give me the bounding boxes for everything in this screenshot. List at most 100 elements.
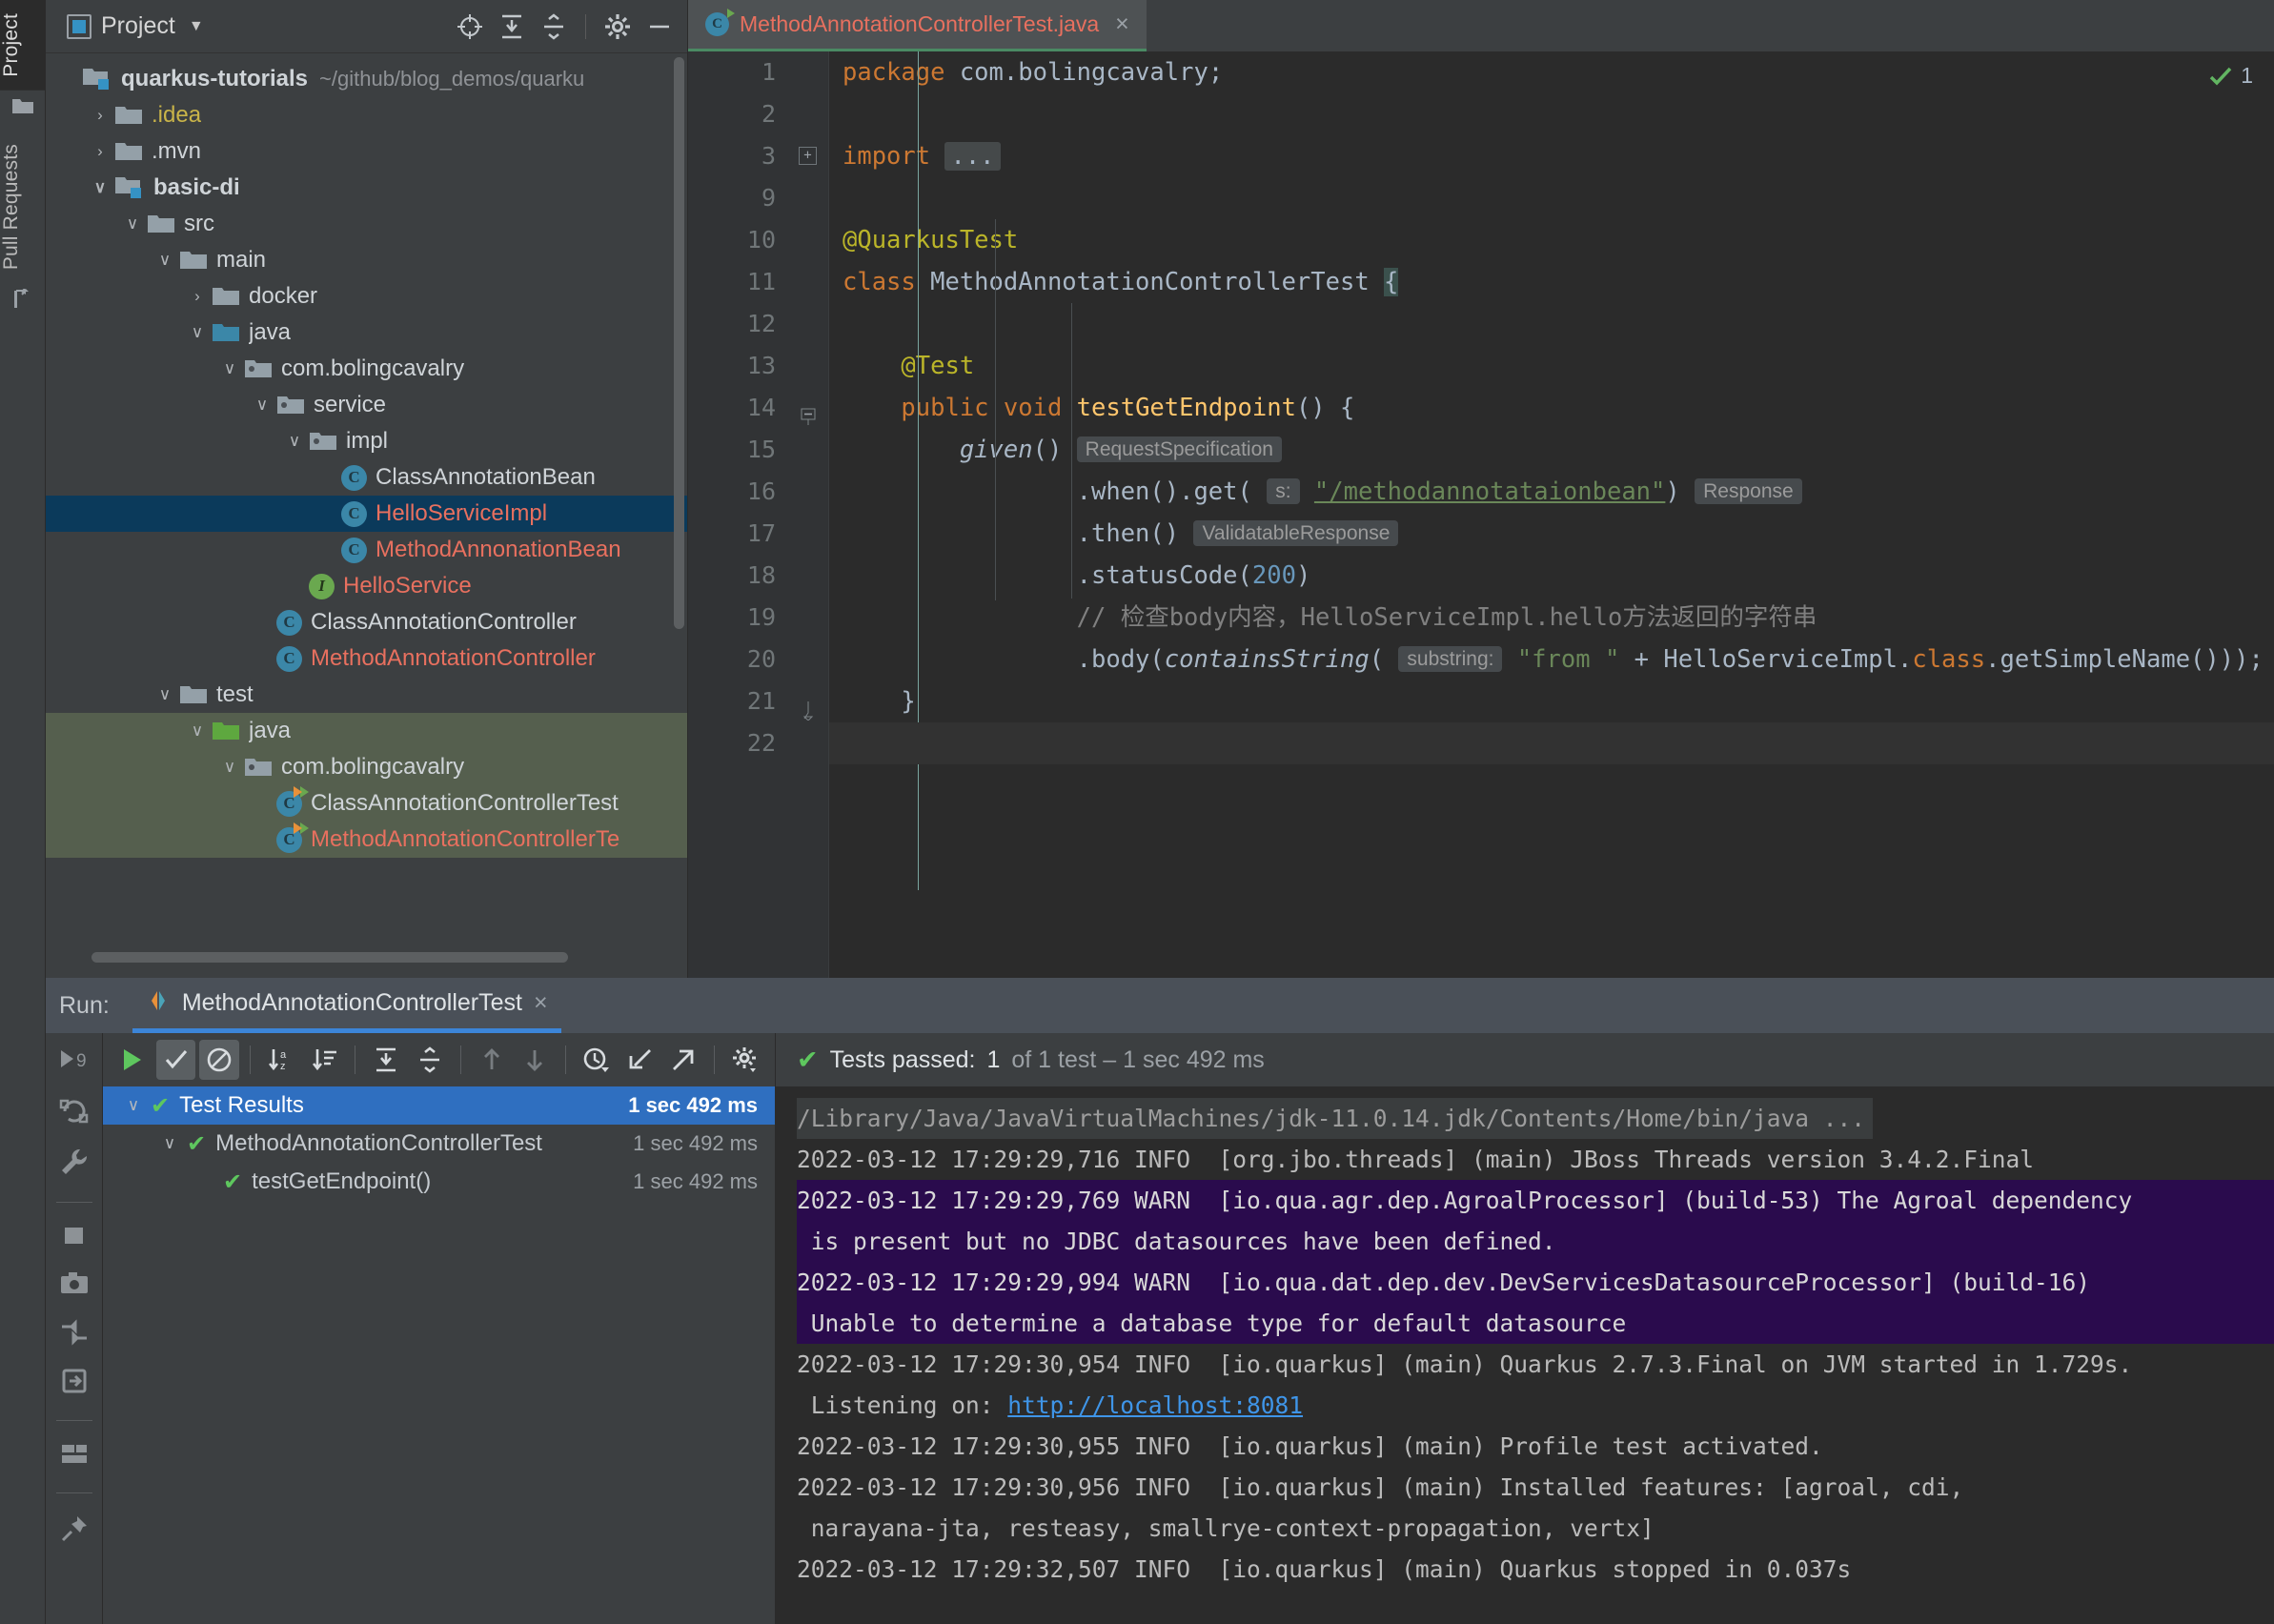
fold-expand-icon[interactable]: +: [799, 147, 817, 165]
tree-twisty[interactable]: ∨: [118, 214, 147, 233]
tree-vertical-scrollbar[interactable]: [674, 57, 684, 629]
tree-item--idea[interactable]: › .idea: [46, 97, 687, 133]
fold-marker[interactable]: [793, 219, 828, 261]
tree-item-test[interactable]: ∨ test: [46, 677, 687, 713]
previous-failed-icon[interactable]: [472, 1040, 512, 1080]
code-line[interactable]: @QuarkusTest: [843, 219, 2274, 261]
chevron-down-icon[interactable]: ▼: [189, 18, 204, 35]
code-line[interactable]: [843, 177, 2274, 219]
code-line[interactable]: class MethodAnnotationControllerTest {: [843, 261, 2274, 303]
test-results-tree[interactable]: ∨ ✔ Test Results 1 sec 492 ms ∨ ✔ MethodAnnota…: [103, 1086, 775, 1201]
tree-item-classannotationcontroller[interactable]: C ClassAnnotationController: [46, 604, 687, 640]
code-line[interactable]: // 检查body内容，HelloServiceImpl.hello方法返回的字…: [843, 597, 2274, 639]
test-history-icon[interactable]: [577, 1040, 617, 1080]
rail-tab-project[interactable]: Project: [0, 0, 46, 91]
export-tests-icon[interactable]: [664, 1040, 704, 1080]
fold-marker[interactable]: [793, 51, 828, 93]
test-result-row[interactable]: ∨ ✔ MethodAnnotationControllerTest 1 sec 49…: [103, 1125, 775, 1163]
tree-twisty[interactable]: ∨: [151, 685, 179, 704]
fold-marker[interactable]: [793, 345, 828, 387]
tree-twisty[interactable]: ›: [86, 142, 114, 161]
test-result-row[interactable]: ✔ testGetEndpoint() 1 sec 492 ms: [103, 1163, 775, 1201]
tree-item-service[interactable]: ∨ service: [46, 387, 687, 423]
tree-horizontal-scrollbar[interactable]: [91, 952, 568, 963]
fold-marker[interactable]: [793, 555, 828, 597]
rerun-9-icon[interactable]: 9: [58, 1046, 91, 1080]
rail-tab-pull-requests[interactable]: Pull Requests: [0, 131, 46, 283]
tree-item-com-bolingcavalry[interactable]: ∨ com.bolingcavalry: [46, 351, 687, 387]
pin-icon[interactable]: [60, 1514, 89, 1548]
editor-gutter[interactable]: 1 2 3 9 10 11 12 13 14 15 16 17 18 19 20 21 22: [688, 51, 822, 978]
tree-twisty[interactable]: ›: [86, 106, 114, 125]
login-icon[interactable]: [60, 1368, 89, 1399]
tree-twisty[interactable]: ∨: [86, 178, 114, 197]
tree-item-methodannotationcontrollerte[interactable]: C MethodAnnotationControllerTe: [46, 822, 687, 858]
fold-marker[interactable]: [793, 261, 828, 303]
fold-collapse-icon[interactable]: [801, 398, 816, 425]
code-line[interactable]: }: [843, 680, 2274, 722]
code-line[interactable]: .when().get( s: "/methodannotataionbean"…: [843, 471, 2274, 513]
minimize-icon[interactable]: [643, 10, 676, 43]
close-icon[interactable]: ×: [534, 989, 548, 1017]
tree-twisty[interactable]: ∨: [183, 721, 212, 741]
tree-item-main[interactable]: ∨ main: [46, 242, 687, 278]
expand-all-icon[interactable]: [496, 10, 528, 43]
crosshair-icon[interactable]: [454, 10, 486, 43]
tree-twisty[interactable]: ∨: [183, 323, 212, 342]
import-tests-icon[interactable]: [620, 1040, 660, 1080]
stop-icon[interactable]: [61, 1224, 88, 1253]
fold-marker[interactable]: [793, 471, 828, 513]
layout-icon[interactable]: [60, 1442, 89, 1472]
tree-item-com-bolingcavalry[interactable]: ∨ com.bolingcavalry: [46, 749, 687, 785]
expand-all-icon[interactable]: [366, 1040, 406, 1080]
gear-icon[interactable]: [601, 10, 634, 43]
result-twisty[interactable]: ∨: [152, 1134, 187, 1153]
code-line[interactable]: public void testGetEndpoint() {: [843, 387, 2274, 429]
fold-marker[interactable]: [793, 680, 828, 722]
tree-twisty[interactable]: ∨: [151, 251, 179, 270]
fold-marker[interactable]: [793, 387, 828, 429]
rerun-failed-icon[interactable]: [59, 1097, 90, 1130]
console-line-with-link[interactable]: Listening on: http://localhost:8081: [797, 1385, 2274, 1426]
sort-alphabetically-icon[interactable]: az: [261, 1040, 301, 1080]
tree-item-java[interactable]: ∨ java: [46, 315, 687, 351]
gear-icon[interactable]: [725, 1040, 765, 1080]
run-configuration-tab[interactable]: MethodAnnotationControllerTest ×: [132, 978, 561, 1033]
project-tree[interactable]: quarkus-tutorials ~/github/blog_demos/qua…: [46, 53, 687, 978]
fold-marker[interactable]: [793, 429, 828, 471]
fold-marker[interactable]: [793, 513, 828, 555]
code-line[interactable]: package com.bolingcavalry;: [843, 51, 2274, 93]
tree-item--mvn[interactable]: › .mvn: [46, 133, 687, 170]
tree-item-classannotationbean[interactable]: C ClassAnnotationBean: [46, 459, 687, 496]
code-line[interactable]: .statusCode(200): [843, 555, 2274, 597]
tree-item-methodannotationcontroller[interactable]: C MethodAnnotationController: [46, 640, 687, 677]
inspection-status[interactable]: 1: [2208, 63, 2253, 89]
close-icon[interactable]: ×: [1115, 10, 1129, 38]
fold-marker[interactable]: [793, 639, 828, 680]
code-editor[interactable]: 1 2 3 9 10 11 12 13 14 15 16 17 18 19 20 21 22 + package…: [688, 51, 2274, 978]
fold-marker[interactable]: [793, 597, 828, 639]
console-output[interactable]: /Library/Java/JavaVirtualMachines/jdk-11…: [776, 1086, 2274, 1624]
code-line[interactable]: [843, 93, 2274, 135]
console-link[interactable]: http://localhost:8081: [1007, 1391, 1303, 1419]
rerun-tests-icon[interactable]: [112, 1040, 152, 1080]
fold-marker[interactable]: [793, 93, 828, 135]
test-result-row[interactable]: ∨ ✔ Test Results 1 sec 492 ms: [103, 1086, 775, 1125]
code-line[interactable]: import ...: [843, 135, 2274, 177]
tree-item-basic-di[interactable]: ∨ basic-di: [46, 170, 687, 206]
sort-by-duration-icon[interactable]: [305, 1040, 345, 1080]
tree-twisty[interactable]: ∨: [280, 432, 309, 451]
tree-item-java[interactable]: ∨ java: [46, 713, 687, 749]
code-line[interactable]: given() RequestSpecification: [843, 429, 2274, 471]
fold-marker[interactable]: +: [793, 135, 828, 177]
fold-marker[interactable]: [793, 177, 828, 219]
tree-item-methodannonationbean[interactable]: C MethodAnnonationBean: [46, 532, 687, 568]
code-line[interactable]: .body(containsString( substring: "from "…: [843, 639, 2274, 680]
tree-item-src[interactable]: ∨ src: [46, 206, 687, 242]
fold-marker[interactable]: [793, 303, 828, 345]
tree-twisty[interactable]: ∨: [215, 359, 244, 378]
tree-item-helloservice[interactable]: I HelloService: [46, 568, 687, 604]
tree-item-quarkus-tutorials[interactable]: quarkus-tutorials ~/github/blog_demos/qua…: [46, 61, 687, 97]
wrench-icon[interactable]: [59, 1147, 90, 1181]
show-passed-toggle[interactable]: [155, 1040, 196, 1080]
